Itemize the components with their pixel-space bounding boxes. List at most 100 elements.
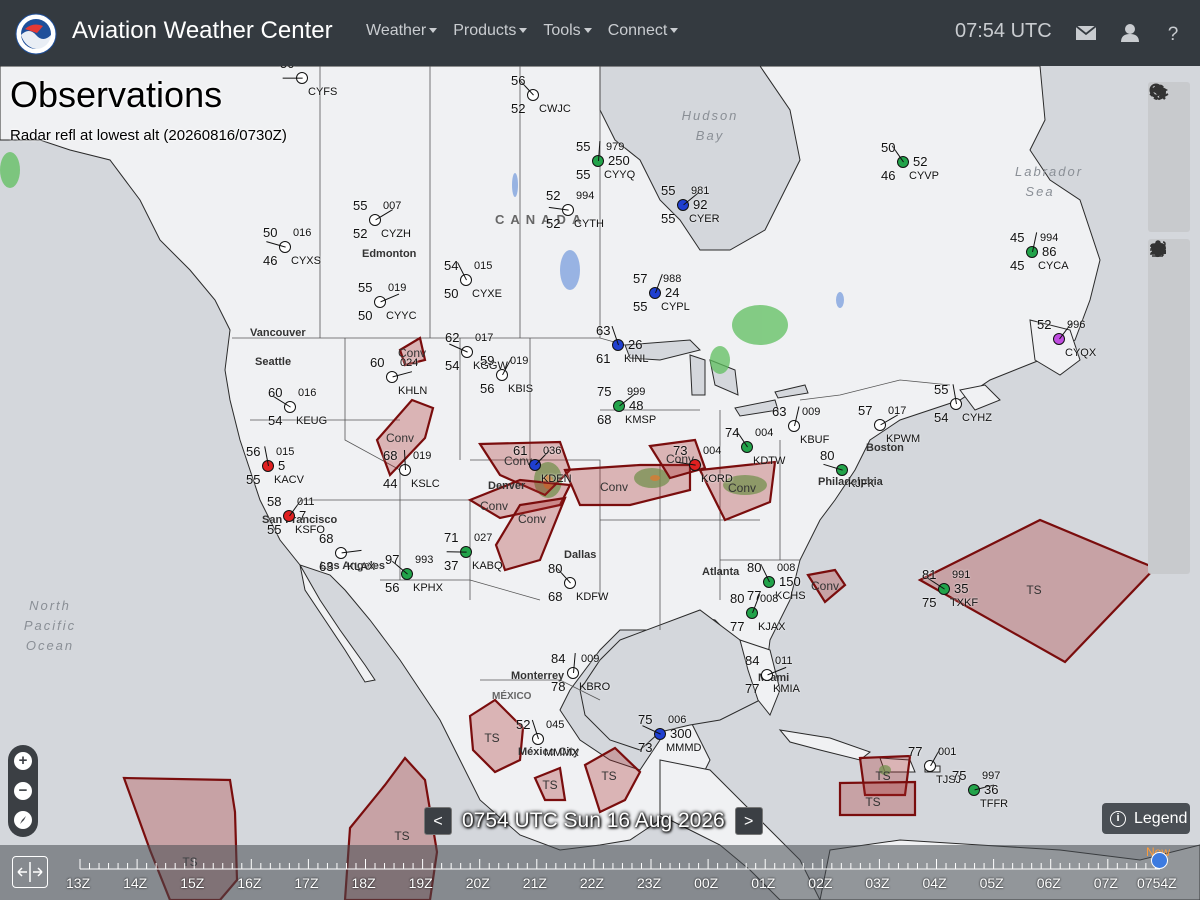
station-dewpoint: 77	[745, 681, 760, 696]
station-extra-value: 26	[628, 337, 643, 352]
station-temperature: 84	[551, 651, 566, 666]
timeline-bar: 13Z 14Z 15Z 16Z 17Z 18Z 19Z 20Z 21Z 22Z 23Z 00Z 01Z 0…	[0, 845, 1200, 900]
station-id: CYVP	[909, 170, 939, 182]
station-pressure: 008	[777, 562, 796, 574]
station-temperature: 56	[511, 73, 526, 88]
weather-map[interactable]: Conv Conv Conv Conv Conv Conv Conv Conv …	[0, 66, 1200, 900]
noaa-logo-icon[interactable]	[15, 13, 57, 55]
zoom-controls: + −	[8, 745, 38, 837]
timeline-tick-label: 16Z	[237, 875, 262, 891]
sigmet-label: TS	[865, 795, 880, 809]
station-dewpoint: 56	[480, 381, 495, 396]
station-id: TXKF	[950, 597, 979, 609]
station-dewpoint: 78	[551, 679, 566, 694]
wind-layer-button[interactable]	[1148, 241, 1190, 502]
sigmet-label: TS	[542, 778, 557, 792]
station-dewpoint: 45	[1010, 258, 1025, 273]
station-pressure: 996	[1067, 319, 1086, 331]
snow-layer-button[interactable]	[1148, 241, 1190, 577]
fog-layer-button[interactable]	[1148, 243, 1190, 540]
station-id: KDFW	[576, 591, 609, 603]
station-temperature: 57	[858, 403, 873, 418]
station-id: KDEN	[541, 473, 572, 485]
clouds-layer-button[interactable]	[1148, 243, 1190, 352]
station-dewpoint: 55	[246, 472, 261, 487]
timeline-tick-label: 00Z	[694, 875, 719, 891]
station-pressure: 008	[760, 593, 779, 605]
timeline-ruler[interactable]	[0, 845, 1200, 900]
station-id: CYTH	[574, 218, 604, 230]
sigmet-label: Conv	[386, 431, 414, 445]
station-dewpoint: 55	[267, 522, 282, 537]
station-dewpoint: 55	[576, 167, 591, 182]
map-tools-toolbar	[1148, 82, 1190, 232]
timeline-slider-handle[interactable]	[1151, 852, 1168, 869]
station-pressure: 006	[668, 714, 687, 726]
timeline-tick-label: 20Z	[465, 875, 490, 891]
station-dewpoint: 54	[268, 413, 283, 428]
timeline-tick-label: 13Z	[66, 875, 91, 891]
station-id: KMSP	[625, 414, 657, 426]
station-id: KHLN	[398, 385, 428, 397]
station-dewpoint: 61	[596, 351, 611, 366]
menu-tools[interactable]: Tools	[535, 22, 599, 40]
sigmet-label: TS	[394, 829, 409, 843]
station-temperature: 52	[1037, 317, 1052, 332]
umbrella-layer-button[interactable]	[1148, 244, 1190, 390]
prev-time-button[interactable]: <	[424, 807, 452, 835]
station-id: CYXE	[472, 288, 502, 300]
station-pressure: 993	[415, 554, 434, 566]
refresh-button[interactable]	[1148, 85, 1190, 195]
station-id: CYYC	[386, 310, 417, 322]
timeline-tick-label: 02Z	[808, 875, 833, 891]
station-temperature: 80	[730, 591, 745, 606]
station-pressure: 019	[510, 355, 529, 367]
station-dewpoint: 68	[597, 412, 612, 427]
next-time-button[interactable]: >	[734, 807, 763, 835]
compass-icon	[20, 816, 26, 824]
station-pressure: 994	[576, 190, 595, 202]
station-temperature: 62	[445, 330, 460, 345]
station-pressure: 016	[298, 387, 317, 399]
station-temperature: 52	[516, 717, 531, 732]
timeline-tick-label: 15Z	[180, 875, 205, 891]
menu-products[interactable]: Products	[445, 22, 535, 40]
user-icon[interactable]	[1117, 20, 1143, 46]
settings-button[interactable]	[1148, 84, 1190, 158]
station-temperature: 75	[597, 384, 612, 399]
mail-icon[interactable]	[1073, 20, 1099, 46]
rain-layer-button[interactable]	[1148, 243, 1190, 315]
thermometer-layer-button[interactable]	[1148, 240, 1190, 465]
station-id: CYFS	[308, 86, 338, 98]
station-id: KBUF	[800, 434, 830, 446]
lightning-layer-button[interactable]	[1148, 241, 1190, 427]
timeline-tick-label: 21Z	[522, 875, 547, 891]
chevron-down-icon	[583, 28, 592, 34]
menu-connect[interactable]: Connect	[600, 22, 687, 40]
site-title[interactable]: Aviation Weather Center	[72, 17, 333, 45]
station-pressure: 015	[474, 260, 493, 272]
station-extra-value: 36	[984, 782, 999, 797]
wind-barb	[282, 77, 303, 79]
station-temperature: 56	[246, 444, 261, 459]
station-extra-value: 35	[954, 581, 969, 596]
station-pressure: 036	[543, 445, 562, 457]
station-pressure: 011	[775, 655, 793, 667]
station-temperature: 80	[548, 561, 563, 576]
menu-weather[interactable]: Weather	[358, 22, 445, 40]
help-icon[interactable]: ?	[1160, 20, 1186, 46]
station-temperature: 55	[576, 139, 591, 154]
city-label: Denver	[488, 480, 526, 492]
station-id: KBRO	[579, 681, 611, 693]
search-button[interactable]	[1148, 83, 1190, 233]
app-root: Aviation Weather Center Weather Products…	[0, 0, 1200, 900]
zoom-out-button[interactable]: −	[14, 782, 32, 800]
compass-button[interactable]	[14, 811, 32, 829]
zoom-in-button[interactable]: +	[14, 752, 32, 770]
timeline-tick-label: 01Z	[751, 875, 776, 891]
station-id: KDTW	[753, 455, 786, 467]
menu-weather-label: Weather	[366, 22, 427, 39]
legend-button[interactable]: i Legend	[1102, 803, 1190, 834]
station-pressure: 004	[755, 427, 774, 439]
radar-subtitle: Radar refl at lowest alt (20260816/0730Z…	[10, 127, 287, 144]
